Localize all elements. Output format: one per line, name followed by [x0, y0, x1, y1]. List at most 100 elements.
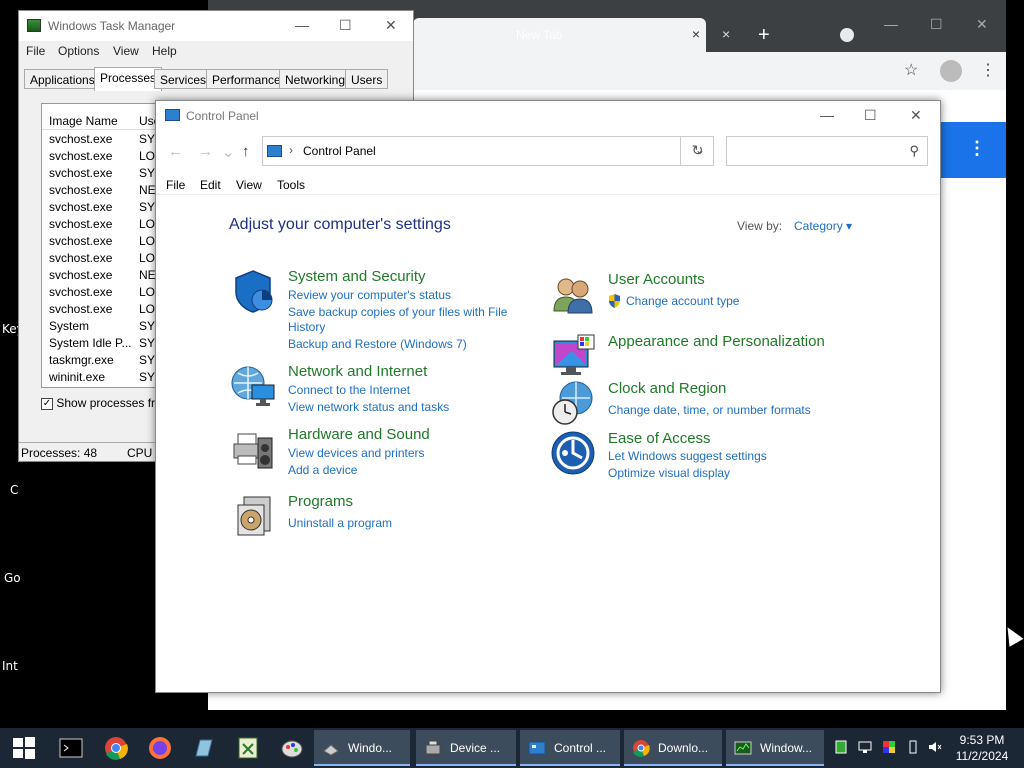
process-list[interactable]: Image Name Use svchost.exe SYS svchost.exe…: [41, 103, 164, 388]
taskbar-button[interactable]: Window...: [726, 730, 824, 766]
command-prompt-icon[interactable]: [59, 736, 83, 760]
maximize-button[interactable]: ☐: [864, 107, 877, 124]
close-icon[interactable]: ×: [722, 26, 730, 42]
tab-users[interactable]: Users: [345, 69, 389, 89]
table-row[interactable]: svchost.exe SYS: [49, 166, 163, 180]
volume-muted-icon[interactable]: [928, 740, 942, 754]
system-clock[interactable]: 9:53 PM 11/2/2024: [952, 732, 1012, 764]
menu-view[interactable]: View: [236, 178, 262, 192]
table-row[interactable]: wininit.exe SYS: [49, 370, 163, 384]
menu-help[interactable]: Help: [152, 44, 177, 58]
category-link[interactable]: Let Windows suggest settings: [608, 449, 767, 463]
category-title[interactable]: User Accounts: [608, 271, 705, 288]
chrome-profile-dropdown-icon[interactable]: [840, 28, 854, 42]
menu-file[interactable]: File: [26, 44, 45, 58]
menu-view[interactable]: View: [113, 44, 139, 58]
category-link[interactable]: Change date, time, or number formats: [608, 403, 811, 417]
color-tray-icon[interactable]: [882, 740, 896, 754]
category-title[interactable]: Hardware and Sound: [288, 426, 430, 443]
table-row[interactable]: System SYS: [49, 319, 163, 333]
tab-processes[interactable]: Processes: [94, 67, 163, 91]
bookmark-star-icon[interactable]: ☆: [904, 60, 918, 80]
menu-tools[interactable]: Tools: [277, 178, 305, 192]
table-row[interactable]: svchost.exe NET: [49, 183, 163, 197]
breadcrumb[interactable]: Control Panel: [303, 144, 376, 158]
chrome-tab-new-tab[interactable]: New Tab ×: [508, 18, 738, 52]
category-link[interactable]: Review your computer's status: [288, 288, 451, 302]
users-icon[interactable]: [550, 271, 596, 317]
paint-app-icon[interactable]: [280, 736, 304, 760]
menu-file[interactable]: File: [166, 178, 185, 192]
table-row[interactable]: svchost.exe NET: [49, 268, 163, 282]
show-all-processes[interactable]: ✓ Show processes from: [41, 396, 172, 410]
tab-applications[interactable]: Applications: [24, 69, 101, 89]
search-input[interactable]: ⚲: [726, 136, 928, 166]
category-link[interactable]: View devices and printers: [288, 446, 425, 460]
maximize-button[interactable]: ☐: [339, 17, 352, 34]
category-link[interactable]: Add a device: [288, 463, 357, 477]
taskbar-button[interactable]: Control ...: [520, 730, 620, 766]
taskbar-button[interactable]: Downlo...: [624, 730, 722, 766]
table-row[interactable]: svchost.exe LOC: [49, 217, 164, 231]
monitor-paint-icon[interactable]: [550, 333, 596, 379]
table-row[interactable]: svchost.exe LOC: [49, 251, 164, 265]
search-icon[interactable]: ⚲: [909, 143, 919, 159]
tab-services[interactable]: Services: [154, 69, 213, 89]
table-row[interactable]: taskmgr.exe SYS: [49, 353, 163, 367]
table-row[interactable]: svchost.exe SYS: [49, 200, 163, 214]
clock-globe-icon[interactable]: [550, 380, 596, 426]
table-row[interactable]: svchost.exe SYS: [49, 132, 163, 146]
show-all-checkbox[interactable]: ✓: [41, 397, 53, 410]
task-manager-titlebar[interactable]: Windows Task Manager — ☐ ✕: [19, 11, 413, 41]
programs-disc-icon[interactable]: [230, 493, 276, 539]
control-panel-titlebar[interactable]: Control Panel — ☐ ✕: [156, 101, 940, 131]
category-title[interactable]: Programs: [288, 493, 353, 510]
category-title[interactable]: System and Security: [288, 268, 426, 285]
table-row[interactable]: svchost.exe LOC: [49, 285, 164, 299]
forward-arrow-icon[interactable]: →: [198, 143, 213, 160]
category-link[interactable]: View network status and tasks: [288, 400, 449, 414]
globe-network-icon[interactable]: [230, 363, 276, 409]
printer-speaker-icon[interactable]: [230, 426, 276, 472]
taskbar-button[interactable]: Device ...: [416, 730, 516, 766]
tab-performance[interactable]: Performance: [206, 69, 287, 89]
view-by-dropdown[interactable]: Category ▾: [794, 219, 852, 233]
desktop-icon-label[interactable]: Go: [4, 571, 21, 585]
address-box[interactable]: › Control Panel ⌄: [262, 136, 714, 166]
table-row[interactable]: svchost.exe LOC: [49, 149, 164, 163]
tray-app-icon[interactable]: [834, 740, 848, 754]
menu-options[interactable]: Options: [58, 44, 99, 58]
category-title[interactable]: Ease of Access: [608, 430, 711, 447]
windows-start-icon[interactable]: [12, 736, 36, 760]
network-icon[interactable]: [858, 740, 872, 754]
category-title[interactable]: Network and Internet: [288, 363, 427, 380]
new-tab-button[interactable]: +: [758, 24, 770, 47]
table-row[interactable]: System Idle P... SYS: [49, 336, 163, 350]
column-image-name[interactable]: Image Name: [49, 114, 118, 128]
tab-networking[interactable]: Networking: [279, 69, 352, 89]
category-link[interactable]: History: [288, 320, 325, 334]
minimize-button[interactable]: —: [884, 16, 898, 32]
category-link[interactable]: Optimize visual display: [608, 466, 730, 480]
category-link[interactable]: Connect to the Internet: [288, 383, 410, 397]
category-link[interactable]: Save backup copies of your files with Fi…: [288, 305, 507, 319]
usb-device-icon[interactable]: [906, 740, 920, 754]
chevron-right-icon[interactable]: ›: [289, 143, 293, 157]
back-arrow-icon[interactable]: ←: [168, 143, 183, 160]
refresh-button[interactable]: ↻: [680, 136, 714, 166]
close-button[interactable]: ✕: [976, 16, 988, 33]
category-link[interactable]: Uninstall a program: [288, 516, 392, 530]
menu-edit[interactable]: Edit: [200, 178, 221, 192]
minimize-button[interactable]: —: [295, 17, 309, 33]
ease-of-access-icon[interactable]: [550, 430, 596, 476]
category-title[interactable]: Clock and Region: [608, 380, 726, 397]
minimize-button[interactable]: —: [820, 107, 834, 123]
shield-icon[interactable]: [230, 268, 276, 314]
table-row[interactable]: svchost.exe LOC: [49, 234, 164, 248]
close-button[interactable]: ✕: [385, 17, 397, 34]
up-arrow-icon[interactable]: ↑: [242, 143, 250, 160]
desktop-icon-label[interactable]: C: [10, 483, 18, 497]
more-options-icon[interactable]: ⋮: [968, 138, 986, 159]
notes-app-icon[interactable]: [192, 736, 216, 760]
close-button[interactable]: ✕: [910, 107, 922, 124]
